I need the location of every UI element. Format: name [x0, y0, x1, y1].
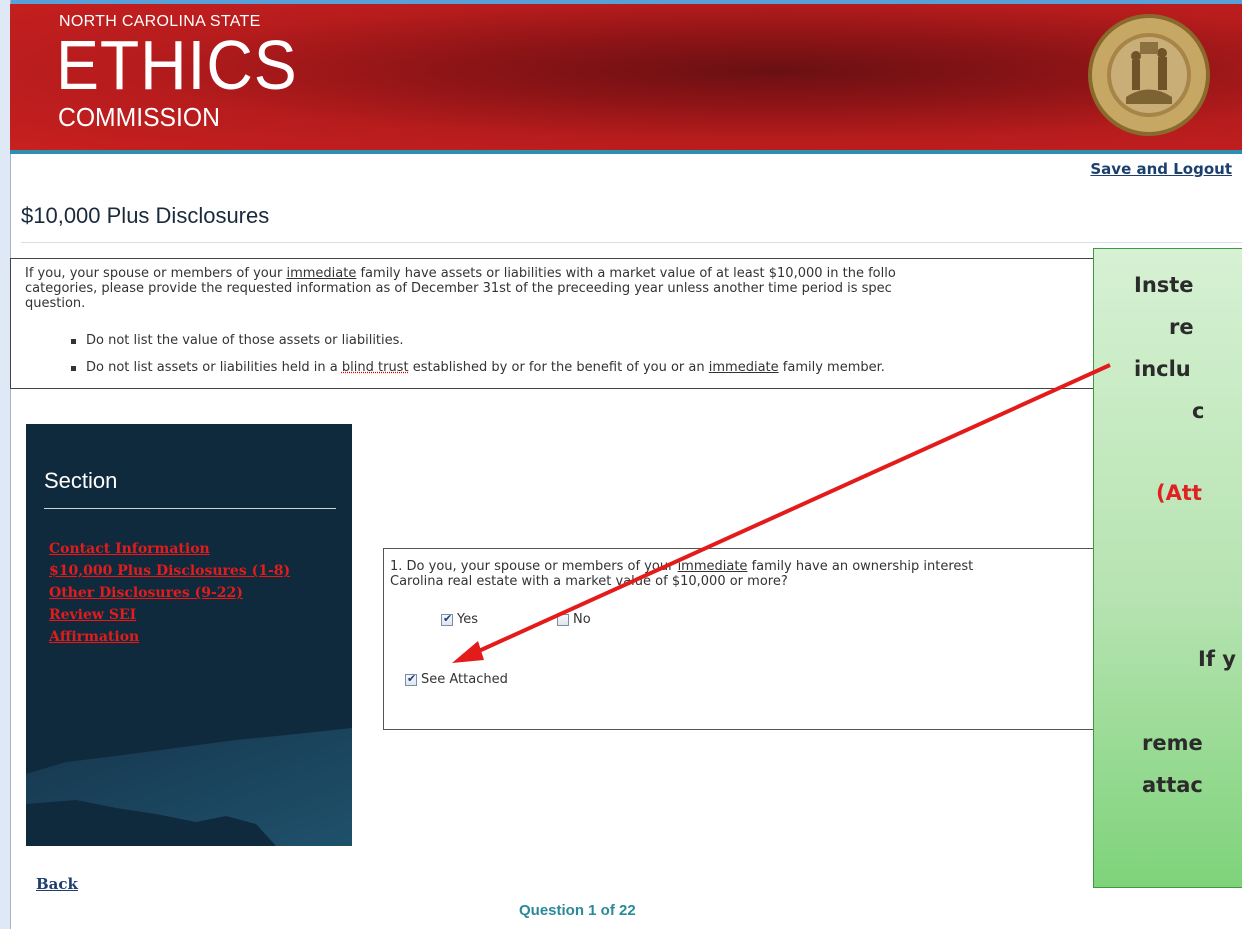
sidebar-item-contact-information[interactable]: Contact Information: [49, 538, 290, 560]
sidebar-item-other-disclosures[interactable]: Other Disclosures (9-22): [49, 582, 290, 604]
list-item: Do not list assets or liabilities held i…: [71, 360, 885, 375]
callout-text: attac: [1142, 773, 1203, 797]
yes-checkbox[interactable]: Yes: [441, 612, 478, 627]
no-label: No: [573, 612, 591, 627]
save-logout-link[interactable]: Save and Logout: [1090, 160, 1232, 178]
bullet-text: family member.: [782, 360, 885, 375]
question-progress: Question 1 of 22: [519, 902, 636, 919]
section-sidebar: Section Contact Information $10,000 Plus…: [26, 424, 352, 846]
checkbox-empty-icon[interactable]: [557, 613, 569, 626]
bullet-text: Do not list the value of those assets or…: [86, 333, 404, 348]
logo-sub-text: COMMISSION: [58, 102, 220, 132]
instructions-text: If you, your spouse or members of your: [25, 266, 283, 281]
question-text-part: family have an ownership interest: [751, 559, 974, 574]
checkbox-checked-icon[interactable]: [405, 672, 417, 686]
callout-text: c: [1192, 399, 1205, 423]
title-divider: [21, 242, 1242, 243]
instruction-callout: Inste re inclu c (Att If y reme attac: [1093, 248, 1242, 888]
question-text-part: Carolina real estate with a market value…: [390, 574, 788, 589]
sidebar-item-10000-plus-disclosures[interactable]: $10,000 Plus Disclosures (1-8): [49, 560, 290, 582]
logo-main-text: ETHICS: [56, 26, 298, 104]
callout-text: (Att: [1156, 481, 1202, 505]
checkbox-checked-icon[interactable]: [441, 612, 453, 626]
callout-text: reme: [1142, 731, 1203, 755]
bullet-text: Do not list assets or liabilities held i…: [86, 360, 338, 375]
callout-text: Inste: [1134, 273, 1194, 297]
see-attached-label: See Attached: [421, 672, 508, 687]
no-checkbox[interactable]: No: [557, 612, 591, 627]
header-accent-strip: [10, 150, 1242, 154]
nc-state-seal-icon: [1088, 14, 1210, 136]
sidebar-divider: [44, 508, 336, 509]
instructions-paragraph: If you, your spouse or members of your i…: [25, 266, 1225, 311]
instructions-list: Do not list the value of those assets or…: [71, 333, 885, 387]
immediate-link[interactable]: immediate: [678, 559, 748, 574]
blind-trust-link[interactable]: blind trust: [342, 360, 409, 375]
sidebar-item-affirmation[interactable]: Affirmation: [49, 626, 290, 648]
sidebar-title: Section: [44, 468, 118, 493]
list-item: Do not list the value of those assets or…: [71, 333, 885, 348]
instructions-box: If you, your spouse or members of your i…: [10, 258, 1242, 389]
sidebar-nav: Contact Information $10,000 Plus Disclos…: [49, 538, 290, 648]
yes-label: Yes: [457, 612, 478, 627]
page-title: $10,000 Plus Disclosures: [21, 203, 270, 228]
question-text-part: 1. Do you, your spouse or members of you…: [390, 559, 674, 574]
back-link[interactable]: Back: [36, 875, 78, 893]
callout-text: re: [1169, 315, 1194, 339]
immediate-link[interactable]: immediate: [709, 360, 779, 375]
instructions-text: family have assets or liabilities with a…: [360, 266, 896, 281]
instructions-text: question.: [25, 296, 86, 311]
callout-text: inclu: [1134, 357, 1191, 381]
immediate-link[interactable]: immediate: [286, 266, 356, 281]
see-attached-checkbox[interactable]: See Attached: [405, 672, 508, 687]
nc-map-graphic: [26, 728, 352, 846]
callout-text: If y: [1198, 647, 1236, 671]
sidebar-item-review-sei[interactable]: Review SEI: [49, 604, 290, 626]
instructions-text: categories, please provide the requested…: [25, 281, 892, 296]
bullet-text: established by or for the benefit of you…: [412, 360, 705, 375]
